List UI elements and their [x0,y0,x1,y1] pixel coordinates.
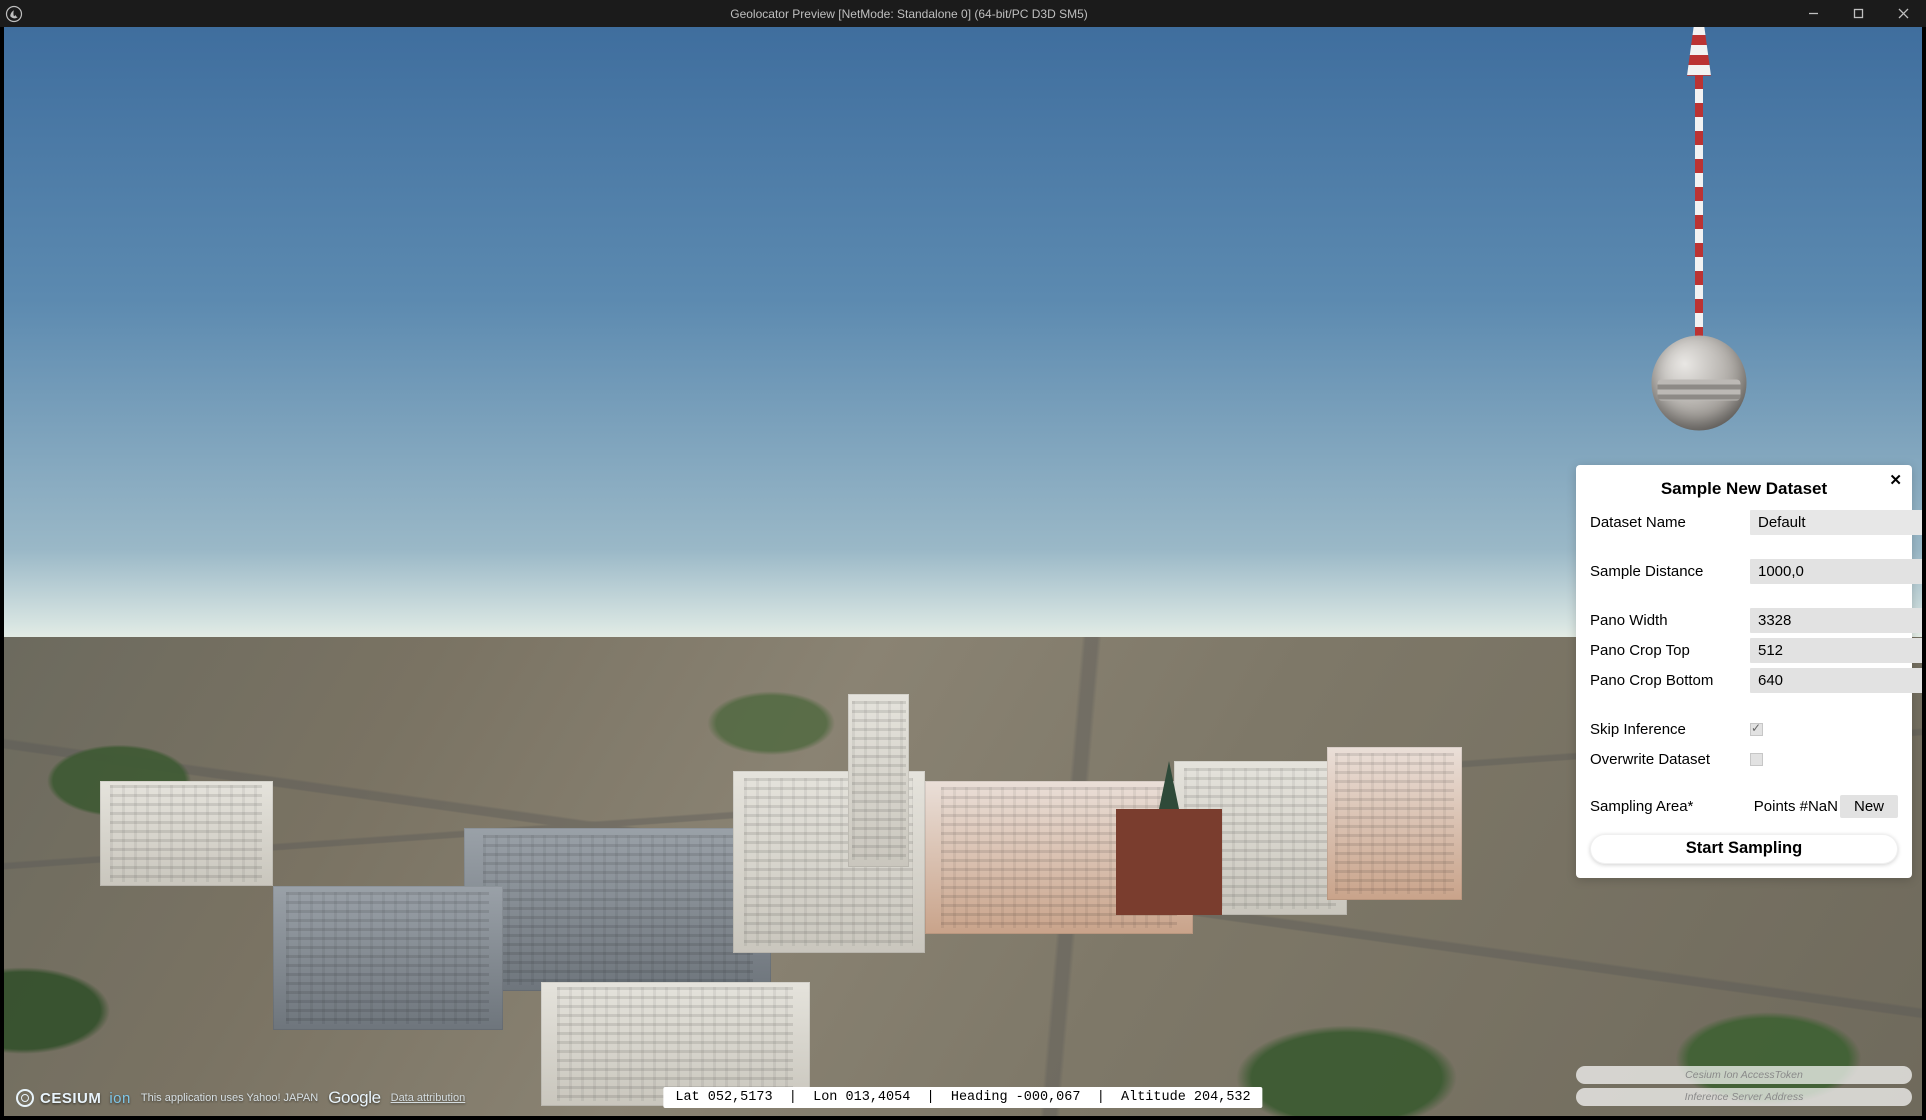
building-block [273,886,503,1030]
points-prefix: Points # [1754,798,1808,815]
cesium-text: CESIUM [40,1090,101,1107]
church-spire-icon [1159,761,1179,809]
yahoo-japan-credit: This application uses Yahoo! JAPAN [141,1092,318,1104]
heading-value: -000,067 [1016,1090,1081,1105]
altitude-label: Altitude [1121,1090,1186,1105]
start-sampling-button[interactable]: Start Sampling [1590,834,1898,864]
lon-label: Lon [813,1090,837,1105]
lat-label: Lat [675,1090,699,1105]
geo-status-bar: Lat 052,5173 | Lon 013,4054 | Heading -0… [663,1087,1262,1108]
church-marienkirche [1116,809,1221,914]
lat-value: 052,5173 [708,1090,773,1105]
dataset-name-input[interactable] [1750,510,1922,535]
data-attribution-link[interactable]: Data attribution [391,1092,466,1104]
building-block [100,781,273,886]
altitude-value: 204,532 [1194,1090,1251,1105]
pano-width-input[interactable] [1750,608,1922,633]
cesium-ion-logo: CESIUM ion [16,1089,131,1107]
skip-inference-label: Skip Inference [1590,721,1750,738]
pano-width-label: Pano Width [1590,612,1750,629]
building-tall-white [848,694,909,867]
sample-new-dataset-panel: ✕ Sample New Dataset Dataset Name Sample… [1576,465,1912,878]
minimize-button[interactable] [1791,0,1836,27]
map-viewport[interactable]: CESIUM ion This application uses Yahoo! J… [4,27,1922,1116]
cesium-ion-text: ion [109,1090,131,1107]
building-block [464,828,771,991]
overwrite-dataset-label: Overwrite Dataset [1590,751,1750,768]
map-credits: CESIUM ion This application uses Yahoo! J… [16,1088,465,1108]
close-window-button[interactable] [1881,0,1926,27]
points-value: NaN [1808,798,1838,815]
dataset-name-label: Dataset Name [1590,514,1750,531]
inference-server-address-input[interactable]: Inference Server Address [1576,1088,1912,1106]
building-block [1327,747,1461,900]
maximize-button[interactable] [1836,0,1881,27]
pano-crop-top-label: Pano Crop Top [1590,642,1750,659]
cesium-ion-token-input[interactable]: Cesium Ion AccessToken [1576,1066,1912,1084]
pano-crop-bottom-label: Pano Crop Bottom [1590,672,1750,689]
pano-crop-bottom-input[interactable] [1750,668,1922,693]
cesium-globe-icon [16,1089,34,1107]
heading-label: Heading [951,1090,1008,1105]
sampling-area-label: Sampling Area* [1590,798,1750,815]
sample-distance-label: Sample Distance [1590,563,1750,580]
overwrite-dataset-checkbox[interactable] [1750,753,1763,766]
skip-inference-checkbox[interactable] [1750,723,1763,736]
lon-value: 013,4054 [846,1090,911,1105]
sample-distance-input[interactable] [1750,559,1922,584]
google-logo: Google [328,1088,380,1108]
pano-crop-top-input[interactable] [1750,638,1922,663]
panel-close-button[interactable]: ✕ [1889,471,1902,489]
unreal-logo-icon [0,0,27,27]
new-sampling-area-button[interactable]: New [1840,795,1898,818]
window-title: Geolocator Preview [NetMode: Standalone … [27,7,1791,21]
window-controls [1791,0,1926,27]
title-bar: Geolocator Preview [NetMode: Standalone … [0,0,1926,27]
panel-title: Sample New Dataset [1590,479,1898,499]
